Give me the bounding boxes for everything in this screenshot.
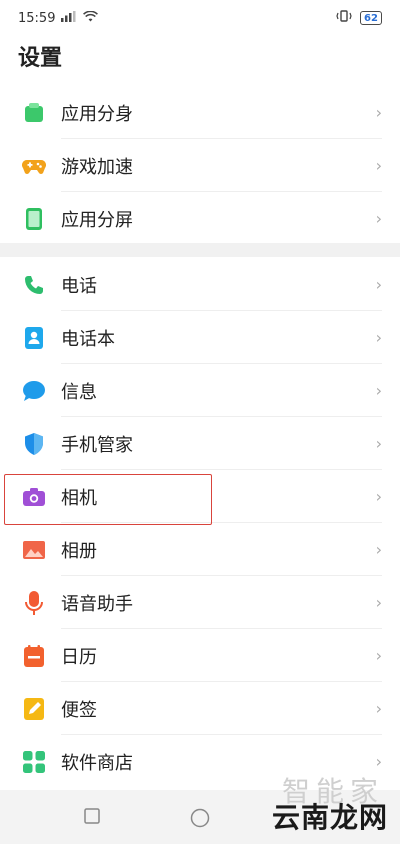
settings-item-contacts[interactable]: 电话本 › <box>0 311 400 364</box>
chevron-right-icon: › <box>375 434 382 453</box>
square-icon[interactable] <box>84 808 100 828</box>
chevron-right-icon: › <box>375 156 382 175</box>
chevron-right-icon: › <box>375 487 382 506</box>
settings-item-phone-manager[interactable]: 手机管家 › <box>0 417 400 470</box>
store-icon <box>22 750 46 774</box>
chevron-right-icon: › <box>375 209 382 228</box>
item-label: 信息 <box>61 381 97 403</box>
settings-item-phone[interactable]: 电话 › <box>0 258 400 311</box>
status-right: 62 <box>336 10 382 26</box>
item-label: 日历 <box>61 646 97 668</box>
contacts-icon <box>22 326 46 350</box>
settings-item-app-clone[interactable]: 应用分身 › <box>0 86 400 139</box>
clock: 15:59 <box>18 10 56 26</box>
settings-item-notes[interactable]: 便签 › <box>0 682 400 735</box>
item-label: 电话本 <box>61 328 115 350</box>
chevron-right-icon: › <box>375 275 382 294</box>
item-label: 游戏加速 <box>61 156 133 178</box>
page-title: 设置 <box>18 46 63 71</box>
shield-icon <box>22 432 46 456</box>
highlight-box <box>4 474 212 525</box>
item-label: 便签 <box>61 699 97 721</box>
chevron-right-icon: › <box>375 328 382 347</box>
chevron-right-icon: › <box>375 381 382 400</box>
settings-item-messages[interactable]: 信息 › <box>0 364 400 417</box>
battery-indicator: 62 <box>360 11 382 25</box>
settings-item-gallery[interactable]: 相册 › <box>0 523 400 576</box>
item-label: 应用分屏 <box>61 209 133 231</box>
settings-group-1: 应用分身 › 游戏加速 › 应用分屏 › <box>0 86 400 245</box>
circle-icon[interactable] <box>190 808 210 832</box>
status-bar: 15:59 62 <box>0 0 400 36</box>
vibrate-icon <box>336 10 352 26</box>
gallery-icon <box>22 538 46 562</box>
chevron-right-icon: › <box>375 752 382 771</box>
item-label: 语音助手 <box>61 593 133 615</box>
settings-item-game-boost[interactable]: 游戏加速 › <box>0 139 400 192</box>
chevron-right-icon: › <box>375 593 382 612</box>
chevron-right-icon: › <box>375 103 382 122</box>
chevron-right-icon: › <box>375 699 382 718</box>
app-clone-icon <box>22 101 46 125</box>
message-icon <box>22 379 46 403</box>
item-label: 应用分身 <box>61 103 133 125</box>
item-label: 电话 <box>61 275 97 297</box>
calendar-icon <box>22 644 46 668</box>
split-screen-icon <box>22 207 46 231</box>
chevron-right-icon: › <box>375 540 382 559</box>
status-left: 15:59 <box>18 10 99 26</box>
signal-icon <box>61 10 77 26</box>
chevron-right-icon: › <box>375 646 382 665</box>
settings-item-split-screen[interactable]: 应用分屏 › <box>0 192 400 245</box>
gamepad-icon <box>22 154 46 178</box>
settings-item-voice-assistant[interactable]: 语音助手 › <box>0 576 400 629</box>
mic-icon <box>22 590 46 615</box>
item-label: 相册 <box>61 540 97 562</box>
item-label: 手机管家 <box>61 434 133 456</box>
phone-icon <box>22 273 46 297</box>
notes-icon <box>22 697 46 721</box>
watermark-text: 云南龙网 <box>271 801 388 834</box>
wifi-icon <box>83 10 99 26</box>
group-divider <box>0 243 400 257</box>
settings-item-calendar[interactable]: 日历 › <box>0 629 400 682</box>
